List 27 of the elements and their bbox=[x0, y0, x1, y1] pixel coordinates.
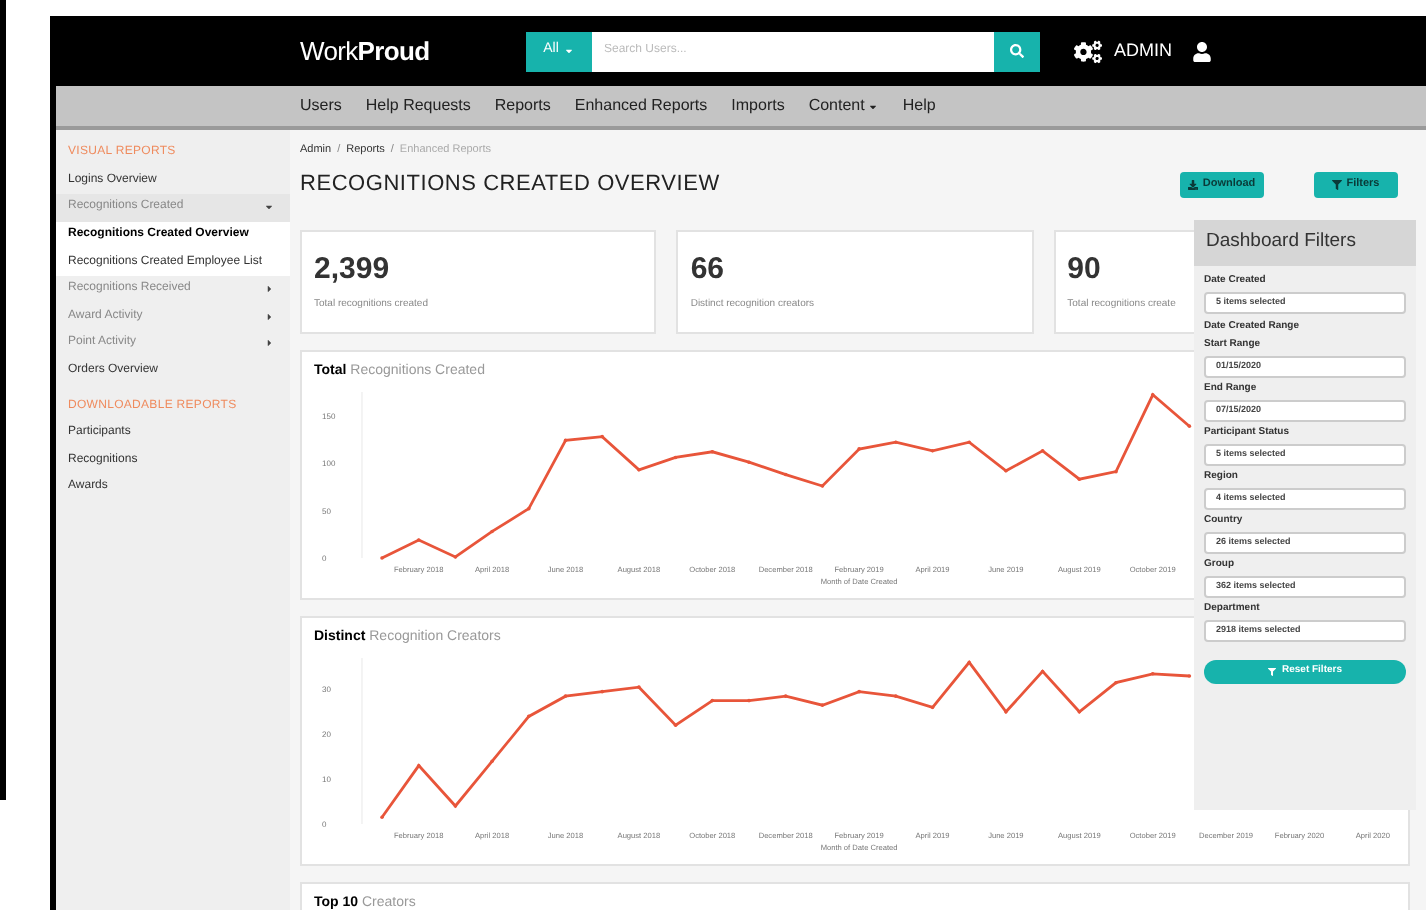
caret-icon bbox=[264, 202, 274, 213]
nav-link[interactable]: Reports bbox=[494, 94, 551, 118]
search-icon bbox=[1010, 44, 1024, 58]
nav-link[interactable]: Enhanced Reports bbox=[574, 94, 708, 118]
page-title: RECOGNITIONS CREATED OVERVIEW bbox=[300, 169, 722, 200]
user-name[interactable]: ADMIN bbox=[1114, 37, 1172, 65]
caret-icon bbox=[264, 284, 274, 295]
caret-icon bbox=[564, 46, 575, 56]
filter-icon bbox=[1332, 179, 1343, 189]
nav-link[interactable]: Help bbox=[902, 94, 936, 118]
nav-link[interactable]: Content bbox=[808, 94, 879, 118]
panel-title: Dashboard Filters bbox=[1194, 220, 1416, 266]
nav-link[interactable]: Users bbox=[300, 94, 342, 118]
download-icon bbox=[1188, 179, 1199, 189]
settings-icon[interactable] bbox=[1074, 37, 1102, 65]
search-button[interactable] bbox=[994, 31, 1040, 71]
nav-link[interactable]: Imports bbox=[731, 94, 785, 118]
stat-value: 66 bbox=[690, 252, 725, 288]
stat-value: 2,399 bbox=[314, 252, 390, 288]
logo: WorkProud bbox=[300, 33, 432, 70]
stat-value: 90 bbox=[1067, 252, 1101, 288]
caret-icon bbox=[264, 311, 274, 322]
filter-icon bbox=[1267, 668, 1276, 676]
user-icon[interactable] bbox=[1192, 41, 1212, 61]
caret-icon bbox=[868, 101, 879, 111]
nav-link[interactable]: Help Requests bbox=[365, 94, 471, 118]
caret-icon bbox=[264, 338, 274, 349]
